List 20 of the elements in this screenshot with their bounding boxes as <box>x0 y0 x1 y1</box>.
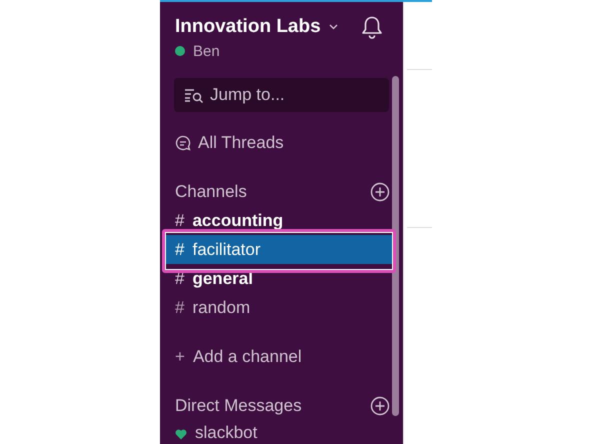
add-icon[interactable] <box>370 182 390 202</box>
channel-item[interactable]: # general <box>165 264 392 293</box>
user-name: Ben <box>193 42 220 60</box>
section-header[interactable]: Direct Messages <box>175 396 302 416</box>
add-channel-link[interactable]: + Add a channel <box>160 342 403 372</box>
workspace-name[interactable]: Innovation Labs <box>175 16 321 38</box>
add-icon[interactable] <box>370 396 390 416</box>
direct-message-item[interactable]: slackbot <box>160 420 403 442</box>
all-threads-item[interactable]: All Threads <box>160 128 403 157</box>
scrollbar[interactable] <box>392 76 399 416</box>
heart-icon <box>175 428 187 440</box>
chevron-down-icon[interactable] <box>328 24 338 30</box>
threads-icon <box>175 134 191 150</box>
channel-item[interactable]: # random <box>165 293 392 322</box>
jump-to-field[interactable]: Jump to... <box>174 78 389 112</box>
channel-item[interactable]: # accounting <box>165 206 392 235</box>
section-header[interactable]: Channels <box>175 182 247 202</box>
channel-item[interactable]: # facilitator <box>165 235 392 264</box>
presence-dot <box>175 46 185 56</box>
bell-icon[interactable] <box>361 15 383 39</box>
